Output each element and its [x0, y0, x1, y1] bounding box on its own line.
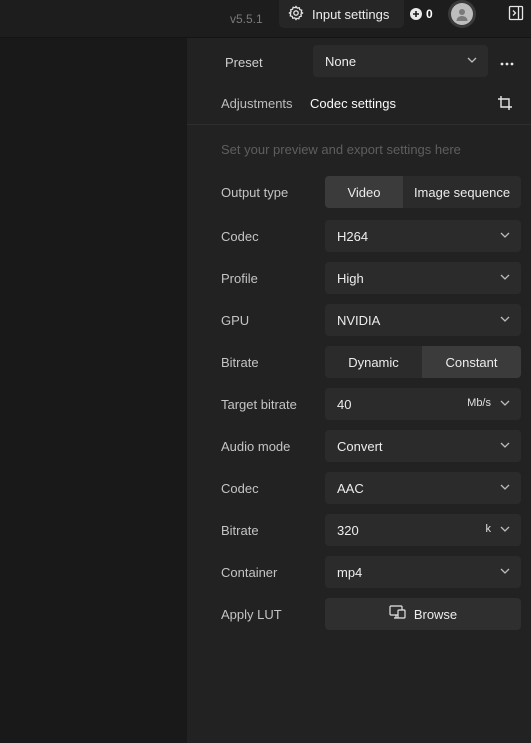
- browse-monitor-icon: [389, 605, 406, 623]
- container-select[interactable]: mp4: [325, 556, 521, 588]
- preset-label: Preset: [225, 55, 263, 70]
- gpu-value: NVIDIA: [337, 312, 381, 328]
- chevron-down-icon: [499, 481, 511, 496]
- browse-label: Browse: [413, 606, 458, 622]
- preview-canvas: [0, 38, 187, 743]
- apply-lut-label: Apply LUT: [221, 607, 282, 622]
- audio-mode-value: Convert: [337, 438, 383, 454]
- chevron-down-icon[interactable]: [499, 397, 511, 412]
- bitrate-mode-toggle: Dynamic Constant: [325, 346, 521, 378]
- input-settings-button[interactable]: Input settings: [279, 0, 404, 28]
- audio-mode-select[interactable]: Convert: [325, 430, 521, 462]
- crop-icon: [497, 95, 513, 114]
- credits-indicator[interactable]: 0: [410, 3, 433, 25]
- hint-text: Set your preview and export settings her…: [221, 142, 461, 157]
- output-type-toggle: Video Image sequence: [325, 176, 521, 208]
- chevron-down-icon: [499, 439, 511, 454]
- avatar[interactable]: [448, 0, 476, 28]
- audio-codec-label: Codec: [221, 481, 259, 496]
- panel-toggle-button[interactable]: [500, 0, 531, 28]
- top-bar: v5.5.1 Input settings 0: [0, 0, 531, 38]
- target-bitrate-input[interactable]: 40 Mb/s: [325, 388, 521, 420]
- settings-panel: Preset None Adjustments Codec settings S…: [187, 38, 531, 743]
- audio-bitrate-label: Bitrate: [221, 523, 259, 538]
- audio-codec-select[interactable]: AAC: [325, 472, 521, 504]
- output-type-image-sequence-option[interactable]: Image sequence: [403, 176, 521, 208]
- preset-select[interactable]: None: [313, 45, 488, 77]
- more-horizontal-icon: [500, 54, 514, 69]
- sidebar-collapse-icon: [508, 5, 524, 24]
- version-label: v5.5.1: [230, 12, 263, 26]
- tab-adjustments[interactable]: Adjustments: [221, 96, 293, 111]
- input-settings-label: Input settings: [312, 6, 390, 22]
- chevron-down-icon: [499, 229, 511, 244]
- profile-label: Profile: [221, 271, 258, 286]
- audio-bitrate-unit: k: [485, 523, 492, 535]
- audio-codec-value: AAC: [337, 480, 364, 496]
- chevron-down-icon[interactable]: [499, 523, 511, 538]
- gpu-label: GPU: [221, 313, 250, 328]
- target-bitrate-label: Target bitrate: [221, 397, 297, 412]
- plus-circle-icon: [410, 8, 422, 20]
- codec-value: H264: [337, 228, 369, 244]
- profile-select[interactable]: High: [325, 262, 521, 294]
- profile-value: High: [337, 270, 364, 286]
- audio-bitrate-input[interactable]: 320 k: [325, 514, 521, 546]
- tab-divider: [187, 124, 531, 125]
- chevron-down-icon: [499, 313, 511, 328]
- bitrate-dynamic-option[interactable]: Dynamic: [325, 346, 422, 378]
- chevron-down-icon: [499, 271, 511, 286]
- output-type-video-option[interactable]: Video: [325, 176, 403, 208]
- credits-count: 0: [426, 7, 433, 21]
- container-value: mp4: [337, 564, 363, 580]
- codec-label: Codec: [221, 229, 259, 244]
- more-options-button[interactable]: [497, 45, 517, 77]
- bitrate-mode-label: Bitrate: [221, 355, 259, 370]
- codec-select[interactable]: H264: [325, 220, 521, 252]
- browse-lut-button[interactable]: Browse: [325, 598, 521, 630]
- target-bitrate-value: 40: [337, 396, 352, 412]
- chevron-down-icon: [499, 565, 511, 580]
- gpu-select[interactable]: NVIDIA: [325, 304, 521, 336]
- crop-button[interactable]: [494, 93, 516, 115]
- target-bitrate-unit: Mb/s: [467, 397, 491, 409]
- audio-mode-label: Audio mode: [221, 439, 291, 454]
- preset-value: None: [325, 53, 357, 69]
- container-label: Container: [221, 565, 278, 580]
- audio-bitrate-value: 320: [337, 522, 359, 538]
- user-icon: [451, 3, 473, 25]
- chevron-down-icon: [466, 54, 478, 69]
- tab-codec-settings[interactable]: Codec settings: [310, 96, 396, 111]
- bitrate-constant-option[interactable]: Constant: [422, 346, 521, 378]
- output-type-label: Output type: [221, 185, 289, 200]
- gear-icon: [288, 4, 304, 24]
